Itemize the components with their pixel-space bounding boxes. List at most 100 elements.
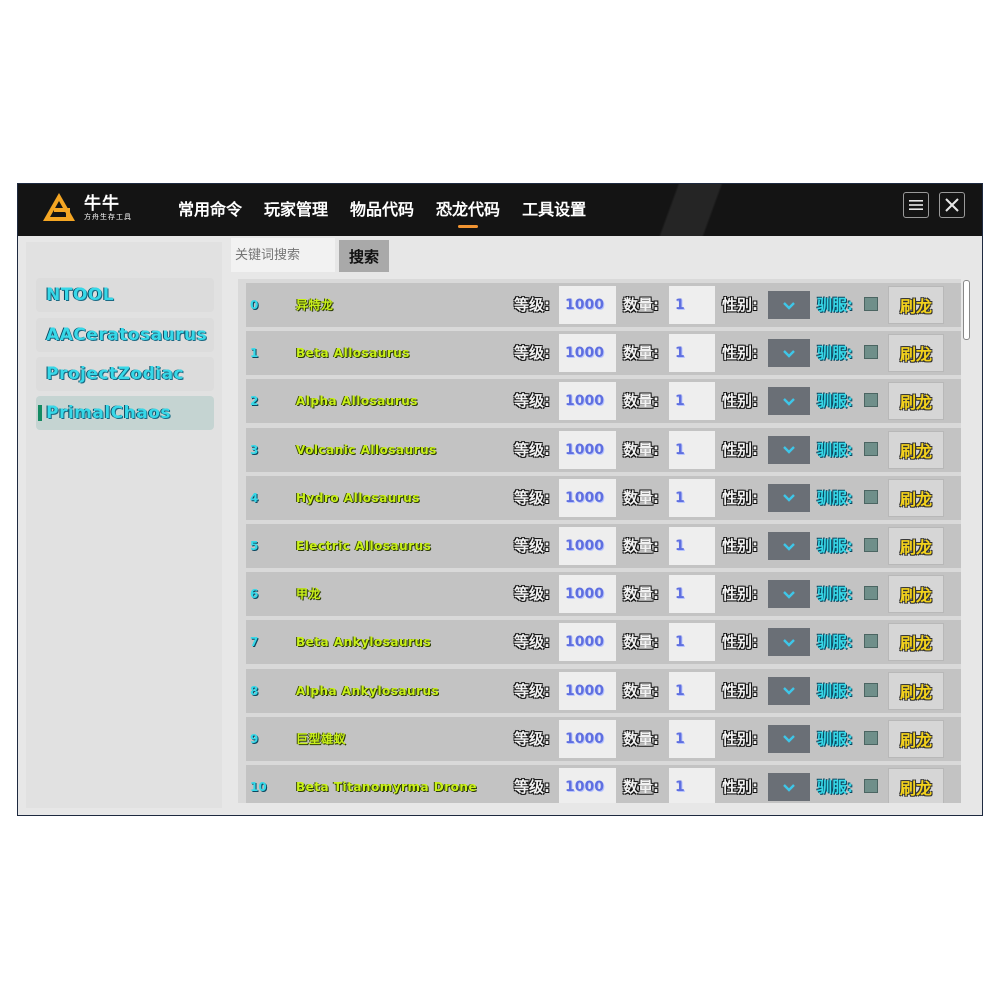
nav-item-codes[interactable]: 物品代码 (350, 184, 414, 236)
quantity-input[interactable]: 1 (669, 575, 715, 614)
menu-button[interactable] (903, 192, 929, 218)
dino-name: 巨型雄蚁 (296, 731, 347, 746)
tame-checkbox[interactable] (864, 393, 878, 408)
quantity-label: 数量: (623, 729, 659, 748)
level-input[interactable]: 1000 (559, 334, 616, 373)
quantity-input[interactable]: 1 (669, 286, 715, 324)
spawn-button[interactable]: 刷龙 (888, 286, 944, 324)
sidebar-item-primalchaos[interactable]: PrimalChaos (36, 396, 214, 430)
nav-common-commands[interactable]: 常用命令 (178, 184, 242, 236)
gender-select[interactable] (768, 387, 810, 416)
quantity-input[interactable]: 1 (669, 768, 715, 803)
quantity-input[interactable]: 1 (669, 527, 715, 565)
tame-checkbox[interactable] (864, 634, 878, 649)
gender-select[interactable] (768, 773, 810, 801)
nav-tool-settings[interactable]: 工具设置 (522, 184, 586, 236)
level-label: 等级: (514, 729, 550, 748)
title-bar-decoration (582, 184, 802, 236)
spawn-button[interactable]: 刷龙 (888, 527, 944, 565)
gender-select[interactable] (768, 628, 810, 657)
spawn-button[interactable]: 刷龙 (888, 671, 944, 710)
close-button[interactable] (939, 192, 965, 218)
gender-select[interactable] (768, 580, 810, 609)
tame-checkbox[interactable] (864, 538, 878, 552)
spawn-button[interactable]: 刷龙 (888, 719, 944, 758)
gender-label: 性别: (722, 778, 758, 796)
sidebar-item-aaceratosaurus[interactable]: AACeratosaurus (36, 318, 214, 352)
spawn-button[interactable]: 刷龙 (888, 382, 944, 421)
level-input[interactable]: 1000 (559, 671, 616, 710)
spawn-button[interactable]: 刷龙 (888, 623, 944, 662)
level-input[interactable]: 1000 (559, 719, 616, 758)
gender-select[interactable] (768, 291, 810, 319)
tame-checkbox[interactable] (864, 779, 878, 793)
level-input[interactable]: 1000 (559, 623, 616, 662)
chevron-down-icon (783, 590, 795, 599)
tame-checkbox[interactable] (864, 586, 878, 601)
dino-index: 9 (250, 731, 259, 746)
tame-checkbox[interactable] (864, 441, 878, 456)
tame-label: 驯服: (817, 392, 853, 411)
scrollbar[interactable] (963, 280, 970, 340)
spawn-button[interactable]: 刷龙 (888, 430, 944, 469)
level-label: 等级: (514, 778, 550, 796)
level-input[interactable]: 1000 (559, 286, 616, 324)
chevron-down-icon (783, 398, 795, 406)
spawn-button[interactable]: 刷龙 (888, 575, 944, 614)
sidebar-item-ntool[interactable]: NTOOL (36, 278, 214, 312)
tame-label: 驯服: (817, 344, 853, 363)
tame-checkbox[interactable] (864, 682, 878, 697)
gender-label: 性别: (722, 296, 758, 314)
gender-select[interactable] (768, 676, 810, 705)
quantity-input[interactable]: 1 (669, 671, 715, 710)
nav-player-management[interactable]: 玩家管理 (264, 184, 328, 236)
gender-select[interactable] (768, 435, 810, 464)
level-input[interactable]: 1000 (559, 478, 616, 517)
search-button[interactable]: 搜索 (339, 240, 389, 272)
level-input[interactable]: 1000 (559, 575, 616, 614)
quantity-label: 数量: (623, 344, 659, 363)
spawn-button[interactable]: 刷龙 (888, 478, 944, 517)
spawn-button[interactable]: 刷龙 (888, 768, 944, 803)
quantity-input[interactable]: 1 (669, 430, 715, 469)
quantity-input[interactable]: 1 (669, 623, 715, 662)
nav-dino-codes[interactable]: 恐龙代码 (436, 184, 500, 236)
dino-row: 10 Beta Titanomyrma Drone 等级: 1000 数量: 1… (246, 765, 961, 803)
dino-name: 甲龙 (296, 587, 322, 602)
gender-select[interactable] (768, 724, 810, 753)
quantity-input[interactable]: 1 (669, 719, 715, 758)
tame-checkbox[interactable] (864, 730, 878, 745)
spawn-button[interactable]: 刷龙 (888, 334, 944, 373)
tame-checkbox[interactable] (864, 297, 878, 311)
quantity-label: 数量: (623, 537, 659, 555)
gender-select[interactable] (768, 483, 810, 512)
gender-select[interactable] (768, 339, 810, 368)
quantity-label: 数量: (623, 392, 659, 411)
sidebar-item-projectzodiac[interactable]: ProjectZodiac (36, 357, 214, 391)
dino-index: 6 (250, 587, 259, 602)
dino-row: 3 Volcanic Allosaurus 等级: 1000 数量: 1 性别:… (246, 427, 961, 472)
level-label: 等级: (514, 681, 550, 700)
level-label: 等级: (514, 392, 550, 411)
gender-label: 性别: (722, 681, 758, 700)
chevron-down-icon (783, 735, 795, 743)
quantity-input[interactable]: 1 (669, 334, 715, 373)
tame-checkbox[interactable] (864, 489, 878, 504)
search-input[interactable] (231, 238, 335, 272)
level-label: 等级: (514, 537, 550, 555)
main-nav: 常用命令 玩家管理 物品代码 恐龙代码 工具设置 (178, 184, 586, 236)
level-input[interactable]: 1000 (559, 527, 616, 565)
quantity-label: 数量: (623, 633, 659, 652)
level-input[interactable]: 1000 (559, 382, 616, 421)
gender-select[interactable] (768, 532, 810, 560)
dino-row: 0 异特龙 等级: 1000 数量: 1 性别: 驯服: 刷龙 (246, 283, 961, 327)
brand-name: 牛牛 (84, 194, 120, 214)
quantity-input[interactable]: 1 (669, 478, 715, 517)
level-input[interactable]: 1000 (559, 430, 616, 469)
chevron-down-icon (783, 783, 795, 792)
tame-checkbox[interactable] (864, 345, 878, 360)
quantity-input[interactable]: 1 (669, 382, 715, 421)
level-input[interactable]: 1000 (559, 768, 616, 803)
tame-label: 驯服: (817, 296, 853, 314)
tame-label: 驯服: (817, 585, 853, 604)
